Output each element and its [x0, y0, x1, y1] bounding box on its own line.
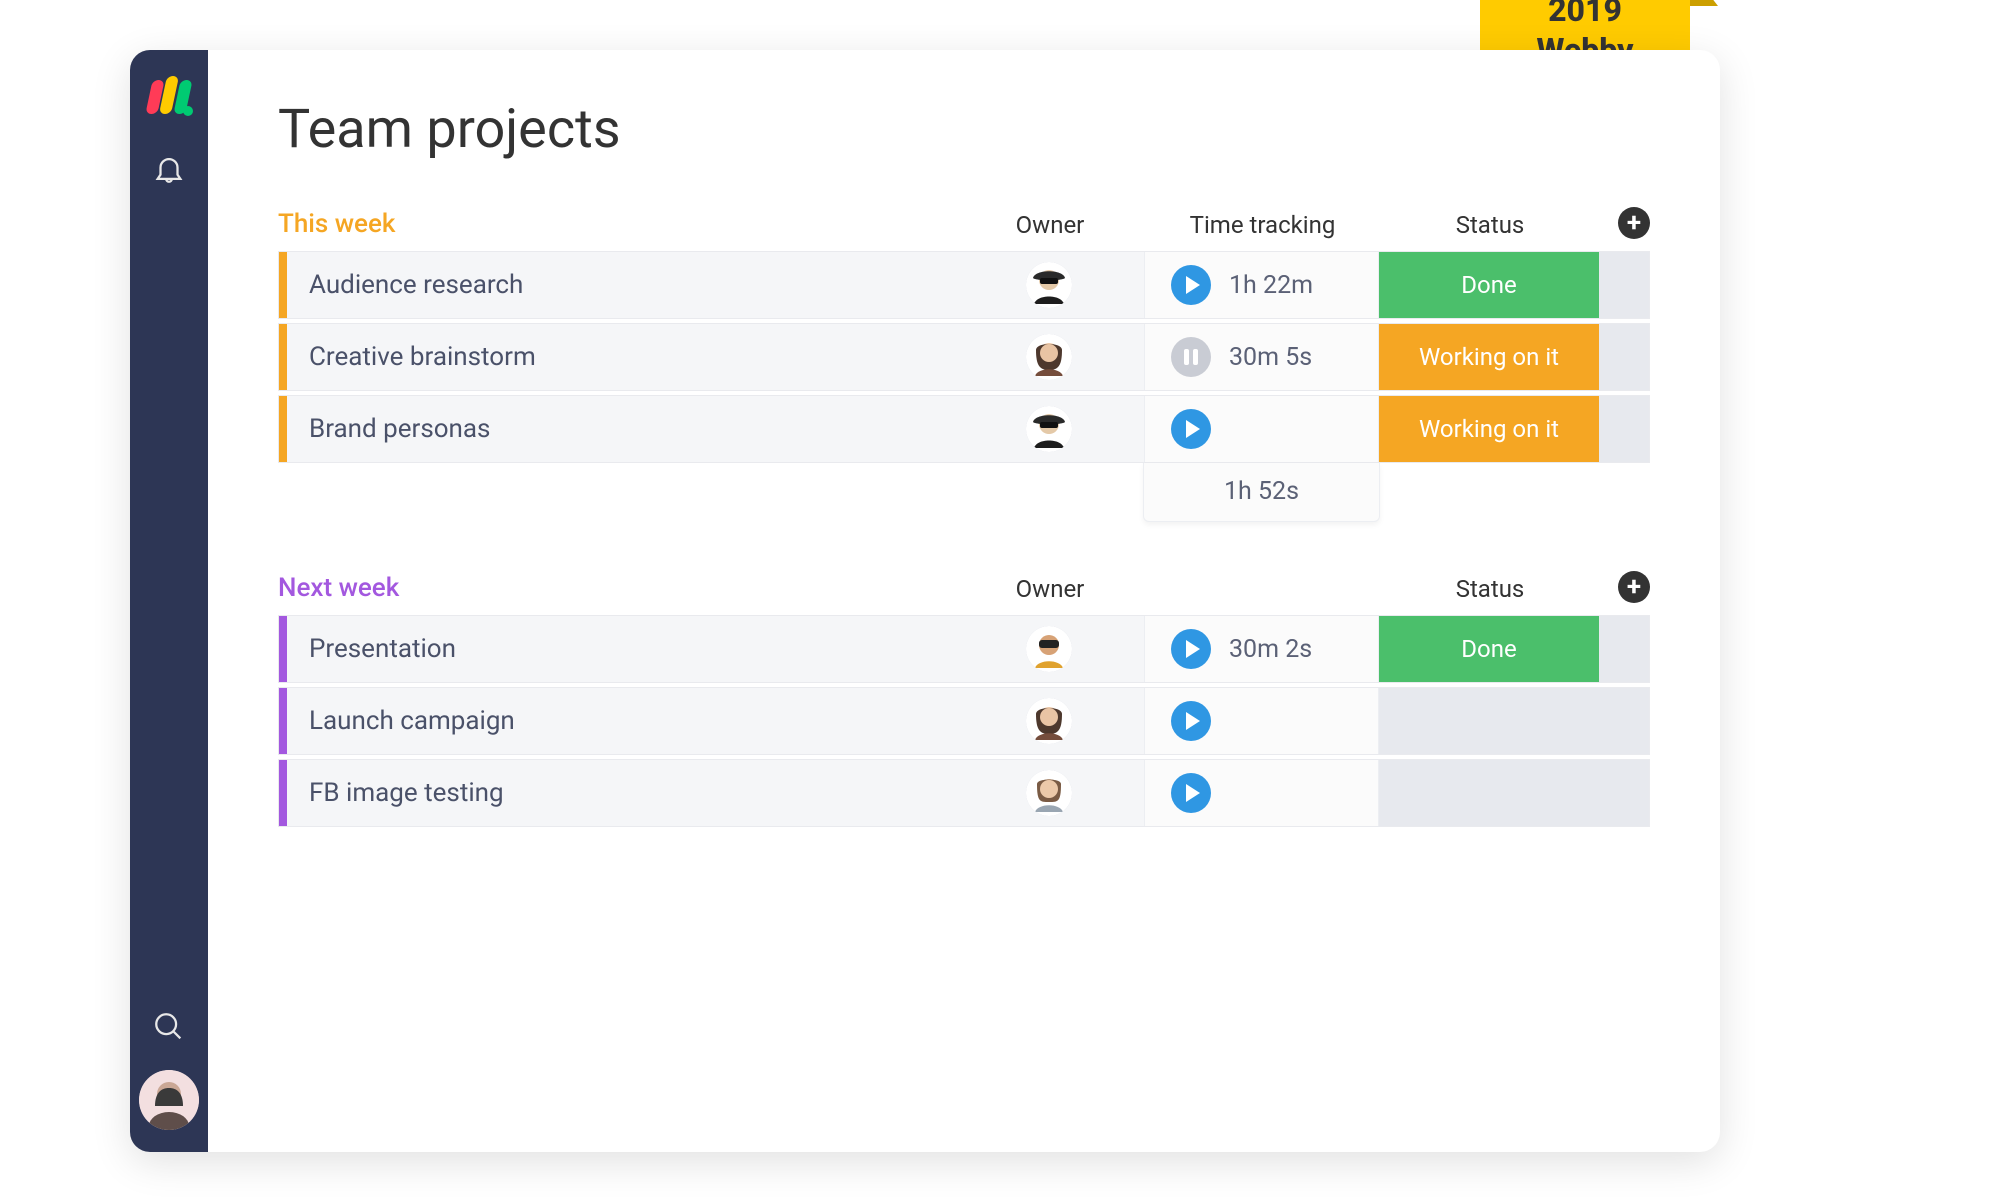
app-logo-icon[interactable]	[145, 72, 193, 120]
table-row: Brand personas Working on it	[278, 395, 1650, 463]
time-value: 30m 2s	[1229, 635, 1312, 664]
time-cell: 1h 22m	[1144, 252, 1379, 318]
table-row: Creative brainstorm 30m 5s Working on it	[278, 323, 1650, 391]
time-cell: 30m 5s	[1144, 324, 1379, 390]
play-icon[interactable]	[1171, 265, 1211, 305]
row-label[interactable]: Launch campaign	[287, 706, 954, 736]
add-column-button[interactable]: +	[1618, 207, 1650, 239]
group-this_week: This week OwnerTime trackingStatus + Audien…	[278, 207, 1650, 521]
group-title[interactable]: This week	[278, 209, 395, 239]
column-header-owner: Owner	[955, 575, 1145, 603]
group-next_week: Next week Owner Status + Presentation 30m 2s D…	[278, 571, 1650, 827]
add-column-button[interactable]: +	[1618, 571, 1650, 603]
play-icon[interactable]	[1171, 409, 1211, 449]
owner-avatar[interactable]	[1026, 334, 1072, 380]
status-cell[interactable]: Working on it	[1379, 324, 1599, 390]
row-end	[1599, 616, 1649, 682]
table-row: Launch campaign	[278, 687, 1650, 755]
table-row: FB image testing	[278, 759, 1650, 827]
table-row: Audience research 1h 22m Done	[278, 251, 1650, 319]
play-icon[interactable]	[1171, 773, 1211, 813]
row-label[interactable]: FB image testing	[287, 778, 954, 808]
row-end	[1599, 324, 1649, 390]
current-user-avatar[interactable]	[139, 1070, 199, 1130]
row-end	[1599, 688, 1649, 754]
row-label[interactable]: Brand personas	[287, 414, 954, 444]
time-value: 30m 5s	[1229, 343, 1312, 372]
status-cell[interactable]: Working on it	[1379, 396, 1599, 462]
status-cell[interactable]	[1379, 760, 1599, 826]
row-accent	[279, 396, 287, 462]
column-header-status: Status	[1380, 575, 1600, 603]
time-sum: 1h 52s	[1143, 463, 1380, 522]
row-end	[1599, 396, 1649, 462]
row-accent	[279, 252, 287, 318]
time-cell	[1144, 688, 1379, 754]
owner-avatar[interactable]	[1026, 698, 1072, 744]
app-window: Team projects This weekOwnerTime trackin…	[130, 50, 1720, 1152]
column-header-time: Time tracking	[1145, 211, 1380, 239]
time-cell: 30m 2s	[1144, 616, 1379, 682]
time-value: 1h 22m	[1229, 271, 1313, 300]
owner-avatar[interactable]	[1026, 770, 1072, 816]
owner-avatar[interactable]	[1026, 262, 1072, 308]
status-cell[interactable]: Done	[1379, 252, 1599, 318]
play-icon[interactable]	[1171, 629, 1211, 669]
play-icon[interactable]	[1171, 701, 1211, 741]
column-header-owner: Owner	[955, 211, 1145, 239]
pause-icon[interactable]	[1171, 337, 1211, 377]
time-cell	[1144, 760, 1379, 826]
row-end	[1599, 760, 1649, 826]
row-accent	[279, 688, 287, 754]
notifications-icon[interactable]	[150, 150, 188, 188]
row-label[interactable]: Audience research	[287, 270, 954, 300]
owner-avatar[interactable]	[1026, 406, 1072, 452]
search-icon[interactable]	[150, 1008, 188, 1046]
row-accent	[279, 760, 287, 826]
group-title[interactable]: Next week	[278, 573, 399, 603]
row-label[interactable]: Presentation	[287, 634, 954, 664]
column-header-status: Status	[1380, 211, 1600, 239]
row-accent	[279, 616, 287, 682]
time-cell	[1144, 396, 1379, 462]
row-end	[1599, 252, 1649, 318]
sidebar	[130, 50, 208, 1152]
status-cell[interactable]	[1379, 688, 1599, 754]
main-content: Team projects This weekOwnerTime trackin…	[208, 50, 1720, 1152]
table-row: Presentation 30m 2s Done	[278, 615, 1650, 683]
row-accent	[279, 324, 287, 390]
owner-avatar[interactable]	[1026, 626, 1072, 672]
page-title: Team projects	[278, 98, 1650, 161]
status-cell[interactable]: Done	[1379, 616, 1599, 682]
row-label[interactable]: Creative brainstorm	[287, 342, 954, 372]
